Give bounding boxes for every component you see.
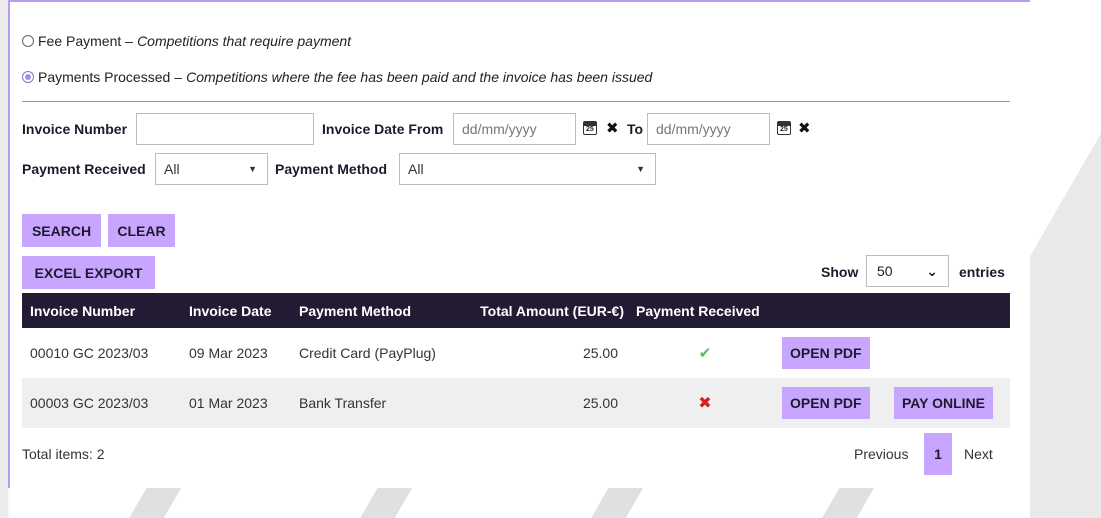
show-label: Show <box>821 264 859 280</box>
invoice-number-cell: 00010 GC 2023/03 <box>30 345 149 361</box>
search-button[interactable]: SEARCH <box>22 214 101 247</box>
cross-icon: ✖ <box>698 395 712 412</box>
open-pdf-button[interactable]: OPEN PDF <box>782 387 870 419</box>
payment-received-select[interactable]: All ▼ <box>155 153 268 185</box>
total-amount-cell: 25.00 <box>582 345 618 361</box>
invoice-number-label: Invoice Number <box>22 121 128 137</box>
total-amount-cell: 25.00 <box>582 395 618 411</box>
payments-processed-description: Competitions where the fee has been paid… <box>186 69 653 85</box>
payment-received-label: Payment Received <box>22 161 146 177</box>
column-header-actions <box>774 293 886 328</box>
invoices-table: Invoice Number Invoice Date Payment Meth… <box>22 293 1010 428</box>
calendar-from-icon[interactable]: 25 <box>583 121 597 135</box>
payment-method-value: All <box>408 161 424 177</box>
pay-online-cell: PAY ONLINE <box>886 378 1010 428</box>
clear-date-to-icon[interactable]: ✖ <box>798 119 811 137</box>
invoice-number-input[interactable] <box>136 113 314 145</box>
payment-received-value: All <box>164 161 180 177</box>
invoice-date-cell: 09 Mar 2023 <box>189 345 268 361</box>
payment-method-label: Payment Method <box>275 161 388 177</box>
fee-payment-label: Fee Payment <box>38 33 122 49</box>
entries-value: 50 <box>877 263 893 279</box>
excel-export-button[interactable]: EXCEL EXPORT <box>22 256 155 289</box>
invoice-date-cell: 01 Mar 2023 <box>189 395 268 411</box>
column-header-total-amount[interactable]: Total Amount (EUR-€) <box>459 293 628 328</box>
pay-online-button[interactable]: PAY ONLINE <box>894 387 993 419</box>
chevron-down-icon: ▼ <box>248 164 257 174</box>
payment-method-cell: Bank Transfer <box>299 395 387 411</box>
invoice-number-cell: 00003 GC 2023/03 <box>30 395 149 411</box>
open-pdf-button[interactable]: OPEN PDF <box>782 337 870 369</box>
payments-processed-radio[interactable] <box>22 71 34 83</box>
fee-payment-radio[interactable] <box>22 35 34 47</box>
fee-payment-option[interactable]: Fee Payment – Competitions that require … <box>22 33 351 49</box>
fee-payment-description: Competitions that require payment <box>137 33 352 49</box>
payments-processed-label: Payments Processed <box>38 69 171 85</box>
filter-divider <box>22 101 1010 102</box>
payments-processed-option[interactable]: Payments Processed – Competitions where … <box>22 69 652 85</box>
invoice-date-to-input[interactable]: dd/mm/yyyy <box>647 113 770 145</box>
payment-method-cell: Credit Card (PayPlug) <box>299 345 436 361</box>
next-page-link[interactable]: Next <box>964 446 993 462</box>
chevron-down-icon: ⌄ <box>926 263 938 279</box>
table-row: 00003 GC 2023/03 01 Mar 2023 Bank Transf… <box>22 378 1010 428</box>
bottom-decoration <box>8 488 1030 518</box>
entries-per-page-select[interactable]: 50 ⌄ <box>866 255 949 287</box>
invoice-date-from-label: Invoice Date From <box>322 121 444 137</box>
column-header-extra <box>886 293 1010 328</box>
column-header-payment-method[interactable]: Payment Method <box>291 293 459 328</box>
empty-action-cell <box>886 328 1010 378</box>
to-label: To <box>627 121 644 137</box>
table-header-row: Invoice Number Invoice Date Payment Meth… <box>22 293 1010 328</box>
clear-date-from-icon[interactable]: ✖ <box>606 119 619 137</box>
fee-payment-dash: – <box>125 33 134 49</box>
payments-processed-dash: – <box>174 69 183 85</box>
page-1-button[interactable]: 1 <box>924 433 952 475</box>
table-row: 00010 GC 2023/03 09 Mar 2023 Credit Card… <box>22 328 1010 378</box>
background-right-panel <box>1030 0 1101 518</box>
total-items: Total items: 2 <box>22 446 105 462</box>
previous-page-link[interactable]: Previous <box>854 446 908 462</box>
chevron-down-icon: ▼ <box>636 164 645 174</box>
invoice-date-from-input[interactable]: dd/mm/yyyy <box>453 113 576 145</box>
payment-method-select[interactable]: All ▼ <box>399 153 656 185</box>
check-icon: ✔ <box>698 345 712 362</box>
open-pdf-cell: OPEN PDF <box>774 328 886 378</box>
column-header-invoice-date[interactable]: Invoice Date <box>181 293 291 328</box>
column-header-invoice-number[interactable]: Invoice Number <box>22 293 181 328</box>
clear-button[interactable]: CLEAR <box>108 214 175 247</box>
calendar-to-icon[interactable]: 25 <box>777 121 791 135</box>
open-pdf-cell: OPEN PDF <box>774 378 886 428</box>
entries-label: entries <box>959 264 1005 280</box>
column-header-payment-received[interactable]: Payment Received <box>628 293 774 328</box>
